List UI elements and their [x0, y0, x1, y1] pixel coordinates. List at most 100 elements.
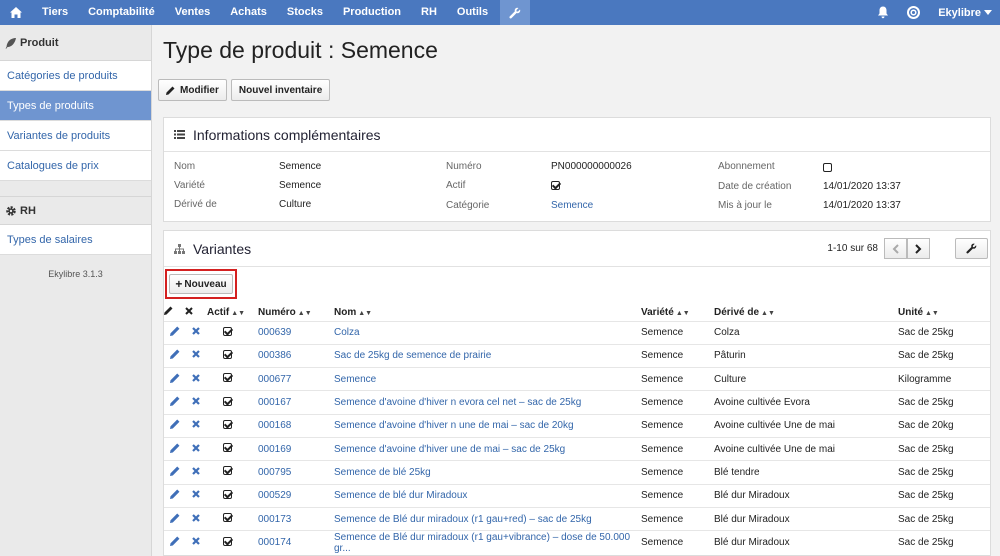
unite-cell: Sac de 25kg [898, 436, 990, 461]
checked-checkbox-icon [223, 536, 232, 546]
checked-checkbox-icon [223, 326, 232, 336]
numero-link[interactable]: 000386 [258, 343, 334, 368]
variantes-panel: Variantes 1-10 sur 68 + Nouveau Actif ▲▼… [163, 230, 991, 556]
edit-row-button[interactable] [164, 436, 185, 461]
variantes-table: Actif ▲▼ Numéro ▲▼ Nom ▲▼ Variété ▲▼ Dérivé … [164, 304, 990, 554]
numero-link[interactable]: 000639 [258, 320, 334, 345]
sidebar-item-variantes[interactable]: Variantes de produits [0, 121, 151, 151]
help-button[interactable] [898, 0, 928, 25]
categorie-label: Catégorie [446, 200, 490, 211]
edit-row-button[interactable] [164, 506, 185, 531]
nav-ventes[interactable]: Ventes [165, 0, 220, 25]
nom-link[interactable]: Sac de 25kg de semence de prairie [334, 343, 641, 368]
sidebar-item-catalogues[interactable]: Catalogues de prix [0, 151, 151, 181]
delete-icon [192, 443, 200, 452]
nom-link[interactable]: Semence de Blé dur miradoux (r1 gau+vibr… [334, 530, 641, 554]
actif-cell [207, 343, 258, 368]
actif-label: Actif [446, 180, 466, 191]
col-actif[interactable]: Actif ▲▼ [207, 304, 258, 321]
pencil-icon [169, 326, 179, 337]
delete-row-button[interactable] [185, 390, 207, 415]
nav-comptabilite[interactable]: Comptabilité [78, 0, 165, 25]
numero-link[interactable]: 000795 [258, 460, 334, 485]
numero-link[interactable]: 000174 [258, 530, 334, 554]
numero-link[interactable]: 000173 [258, 506, 334, 531]
variete-cell: Semence [641, 320, 714, 345]
user-menu[interactable]: Ekylibre [928, 7, 1000, 19]
table-settings-button[interactable] [955, 238, 988, 259]
delete-row-button[interactable] [185, 460, 207, 485]
nom-link[interactable]: Semence de blé dur Miradoux [334, 483, 641, 508]
edit-row-button[interactable] [164, 390, 185, 415]
delete-row-button[interactable] [185, 506, 207, 531]
edit-row-button[interactable] [164, 343, 185, 368]
nav-production[interactable]: Production [333, 0, 411, 25]
checked-checkbox-icon [223, 419, 232, 429]
edit-row-button[interactable] [164, 320, 185, 345]
numero-link[interactable]: 000169 [258, 436, 334, 461]
nouveau-button[interactable]: + Nouveau [169, 274, 233, 294]
nom-link[interactable]: Semence d'avoine d'hiver n evora cel net… [334, 390, 641, 415]
home-button[interactable] [0, 0, 32, 25]
edit-row-button[interactable] [164, 413, 185, 438]
nav-outils[interactable]: Outils [447, 0, 498, 25]
sidebar-item-categories[interactable]: Catégories de produits [0, 61, 151, 91]
sort-icon: ▲▼ [358, 309, 373, 317]
modifier-button[interactable]: Modifier [158, 79, 227, 101]
delete-row-button[interactable] [185, 483, 207, 508]
delete-row-button[interactable] [185, 436, 207, 461]
abonnement-label: Abonnement [718, 161, 775, 172]
delete-row-button[interactable] [185, 343, 207, 368]
edit-row-button[interactable] [164, 367, 185, 391]
nouvel-inventaire-button[interactable]: Nouvel inventaire [230, 79, 331, 101]
edit-row-button[interactable] [164, 483, 185, 508]
col-numero[interactable]: Numéro ▲▼ [258, 304, 334, 321]
info-panel-title: Informations complémentaires [193, 126, 381, 143]
nav-rh[interactable]: RH [411, 0, 447, 25]
next-page-button[interactable] [907, 238, 930, 259]
unite-cell: Sac de 25kg [898, 390, 990, 415]
col-nom[interactable]: Nom ▲▼ [334, 304, 641, 321]
derive-cell: Avoine cultivée Evora [714, 390, 898, 415]
sidebar-section-produit: Produit [0, 25, 151, 61]
nom-link[interactable]: Semence de blé 25kg [334, 460, 641, 485]
actif-cell [207, 506, 258, 531]
delete-row-button[interactable] [185, 320, 207, 345]
nom-link[interactable]: Semence d'avoine d'hiver n une de mai – … [334, 413, 641, 438]
wrench-icon [966, 243, 977, 254]
page-title: Type de produit : Semence [163, 37, 438, 63]
nom-link[interactable]: Semence [334, 367, 641, 391]
notifications-button[interactable] [868, 0, 898, 25]
previous-page-button[interactable] [884, 238, 907, 259]
edit-row-button[interactable] [164, 460, 185, 485]
col-unite[interactable]: Unité ▲▼ [898, 304, 990, 321]
nav-stocks[interactable]: Stocks [277, 0, 333, 25]
numero-link[interactable]: 000677 [258, 367, 334, 391]
delete-row-button[interactable] [185, 413, 207, 438]
nav-tiers[interactable]: Tiers [32, 0, 78, 25]
home-icon [10, 7, 22, 18]
nom-link[interactable]: Colza [334, 320, 641, 345]
numero-link[interactable]: 000168 [258, 413, 334, 438]
table-row: 000168 Semence d'avoine d'hiver n une de … [164, 413, 990, 438]
delete-row-button[interactable] [185, 367, 207, 391]
variete-cell: Semence [641, 506, 714, 531]
col-variete[interactable]: Variété ▲▼ [641, 304, 714, 321]
nav-achats[interactable]: Achats [220, 0, 277, 25]
col-derive[interactable]: Dérivé de ▲▼ [714, 304, 898, 321]
numero-link[interactable]: 000529 [258, 483, 334, 508]
sidebar-section-label: Produit [20, 36, 59, 49]
categorie-link[interactable]: Semence [551, 200, 593, 211]
unite-cell: Sac de 25kg [898, 530, 990, 554]
sidebar-item-types[interactable]: Types de produits [0, 91, 151, 121]
nom-link[interactable]: Semence d'avoine d'hiver une de mai – sa… [334, 436, 641, 461]
col-actif-label: Actif [207, 306, 230, 318]
numero-link[interactable]: 000167 [258, 390, 334, 415]
table-row: 000677 Semence Semence Culture Kilogramme [164, 367, 990, 391]
plus-icon: + [175, 277, 183, 291]
settings-menu-button[interactable] [500, 0, 531, 25]
nom-link[interactable]: Semence de Blé dur miradoux (r1 gau+red)… [334, 506, 641, 531]
sidebar-item-types-salaires[interactable]: Types de salaires [0, 225, 151, 255]
edit-row-button[interactable] [164, 530, 185, 554]
delete-row-button[interactable] [185, 530, 207, 554]
